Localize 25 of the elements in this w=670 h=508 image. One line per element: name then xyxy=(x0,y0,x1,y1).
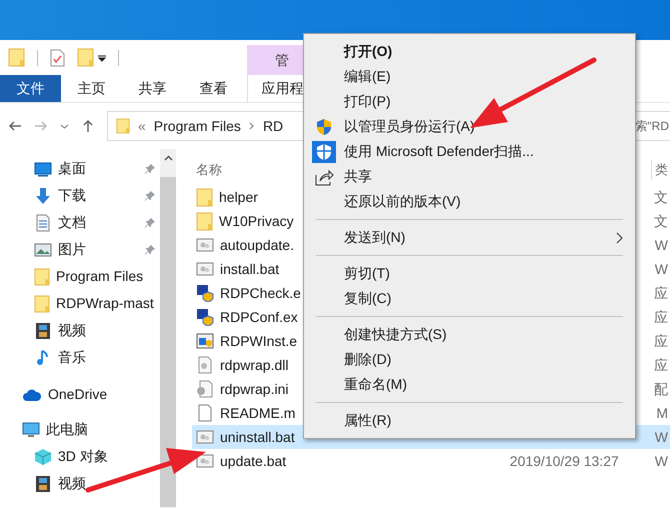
file-name: RDPWInst.e xyxy=(220,332,298,350)
file-name: rdpwrap.ini xyxy=(220,380,288,399)
file-name: README.m xyxy=(220,404,296,422)
file-name: helper xyxy=(219,188,258,207)
file-date: 2019/10/29 13:27 xyxy=(510,452,619,470)
file-name: uninstall.bat xyxy=(220,428,295,446)
file-type: 配 xyxy=(654,380,668,398)
file-type: 应 xyxy=(654,332,668,350)
file-type: 应 xyxy=(654,284,668,302)
file-type: 应 xyxy=(654,356,668,374)
file-type: 文 xyxy=(654,188,668,206)
file-type: M xyxy=(656,404,668,422)
file-type: 应 xyxy=(654,308,668,326)
file-name: RDPConf.ex xyxy=(220,308,298,326)
file-type: W xyxy=(654,260,668,278)
file-name: RDPCheck.e xyxy=(220,284,301,302)
file-name: autoupdate. xyxy=(220,236,294,255)
file-type: W xyxy=(654,428,668,446)
file-type: W xyxy=(654,236,668,254)
file-name: rdpwrap.dll xyxy=(220,356,288,375)
file-name: install.bat xyxy=(220,260,280,278)
file-name: update.bat xyxy=(220,452,286,471)
file-type: W xyxy=(654,452,668,470)
file-name: W10Privacy xyxy=(219,212,294,231)
file-type: 文 xyxy=(654,212,668,230)
